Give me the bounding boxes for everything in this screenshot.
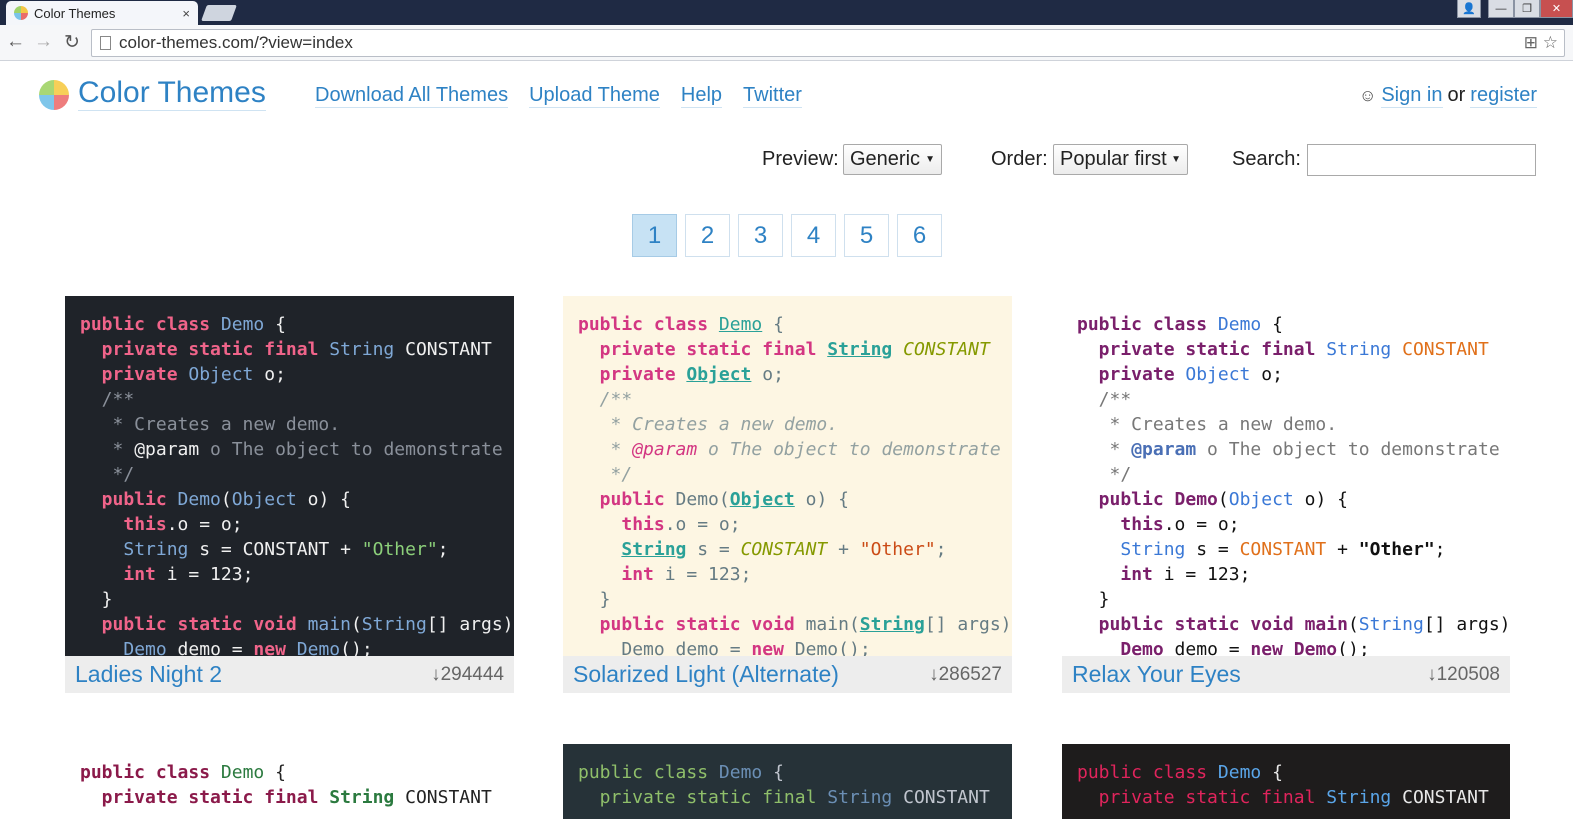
code-preview[interactable]: public class Demo { private static final… (1062, 296, 1510, 656)
page-4[interactable]: 4 (791, 214, 836, 257)
code-preview[interactable]: public class Demo { private static final… (65, 744, 514, 819)
chevron-down-icon: ▼ (1171, 154, 1181, 165)
download-count[interactable]: ↓294444 (431, 664, 504, 686)
address-bar[interactable]: color-themes.com/?view=index ⊞ ☆ (91, 29, 1565, 57)
theme-card[interactable]: public class Demo { private static final… (563, 744, 1012, 819)
new-tab-button[interactable] (201, 5, 237, 21)
search-input[interactable] (1307, 144, 1536, 176)
page-1[interactable]: 1 (632, 214, 677, 257)
auth-area: ☺ Sign in or register (1359, 83, 1537, 108)
profile-icon[interactable]: 👤 (1457, 0, 1481, 18)
theme-caption: Solarized Light (Alternate) ↓286527 (563, 656, 1012, 693)
theme-card[interactable]: public class Demo { private static final… (65, 744, 514, 819)
preview-select[interactable]: Generic ▼ (843, 144, 942, 175)
back-icon[interactable]: ← (6, 31, 25, 53)
theme-card[interactable]: public class Demo { private static final… (1062, 744, 1510, 819)
nav-download-all[interactable]: Download All Themes (315, 83, 509, 108)
bookmark-star-icon[interactable]: ⊞ ☆ (1524, 33, 1558, 53)
code-preview[interactable]: public class Demo { private static final… (1062, 744, 1510, 819)
nav-upload-theme[interactable]: Upload Theme (529, 83, 660, 108)
order-label: Order: (991, 148, 1048, 170)
maximize-button[interactable]: ❐ (1514, 0, 1540, 18)
pagination: 1 2 3 4 5 6 (632, 214, 942, 257)
code-preview[interactable]: public class Demo { private static final… (563, 296, 1012, 656)
register-link[interactable]: register (1470, 83, 1537, 108)
nav-help[interactable]: Help (680, 83, 723, 108)
nav-twitter[interactable]: Twitter (743, 83, 802, 108)
browser-toolbar: ← → ↻ color-themes.com/?view=index ⊞ ☆ (0, 25, 1573, 61)
user-icon: ☺ (1358, 85, 1377, 105)
page-2[interactable]: 2 (685, 214, 730, 257)
auth-or: or (1447, 84, 1466, 106)
top-nav: Download All Themes Upload Theme Help Tw… (315, 83, 802, 108)
page-3[interactable]: 3 (738, 214, 783, 257)
theme-card[interactable]: public class Demo { private static final… (65, 296, 514, 693)
page-icon (100, 36, 111, 50)
theme-name-link[interactable]: Solarized Light (Alternate) (573, 661, 839, 688)
minimize-button[interactable]: — (1488, 0, 1514, 18)
preview-label: Preview: (762, 148, 839, 170)
order-value: Popular first (1060, 148, 1167, 170)
code-preview[interactable]: public class Demo { private static final… (563, 744, 1012, 819)
close-window-button[interactable]: ✕ (1540, 0, 1573, 18)
chevron-down-icon: ▼ (925, 154, 935, 165)
tab-close-icon[interactable]: × (182, 6, 190, 21)
theme-caption: Relax Your Eyes ↓120508 (1062, 656, 1510, 693)
tab-title: Color Themes (34, 5, 116, 21)
page-6[interactable]: 6 (897, 214, 942, 257)
theme-name-link[interactable]: Ladies Night 2 (75, 661, 222, 688)
browser-tab[interactable]: Color Themes × (6, 1, 198, 25)
brand-link[interactable]: Color Themes (78, 76, 266, 111)
theme-card[interactable]: public class Demo { private static final… (1062, 296, 1510, 693)
logo-icon[interactable] (39, 80, 69, 110)
order-select[interactable]: Popular first ▼ (1053, 144, 1188, 175)
theme-card[interactable]: public class Demo { private static final… (563, 296, 1012, 693)
favicon-icon (14, 6, 28, 20)
browser-titlebar: Color Themes × 👤 — ❐ ✕ (0, 0, 1573, 25)
preview-value: Generic (850, 148, 921, 170)
theme-name-link[interactable]: Relax Your Eyes (1072, 661, 1241, 688)
download-count[interactable]: ↓286527 (929, 664, 1002, 686)
page-5[interactable]: 5 (844, 214, 889, 257)
search-label: Search: (1232, 148, 1301, 170)
forward-icon[interactable]: → (34, 31, 53, 53)
reload-icon[interactable]: ↻ (64, 31, 80, 54)
code-preview[interactable]: public class Demo { private static final… (65, 296, 514, 656)
theme-caption: Ladies Night 2 ↓294444 (65, 656, 514, 693)
url-text[interactable]: color-themes.com/?view=index (119, 33, 353, 53)
sign-in-link[interactable]: Sign in (1381, 83, 1443, 108)
download-count[interactable]: ↓120508 (1427, 664, 1500, 686)
